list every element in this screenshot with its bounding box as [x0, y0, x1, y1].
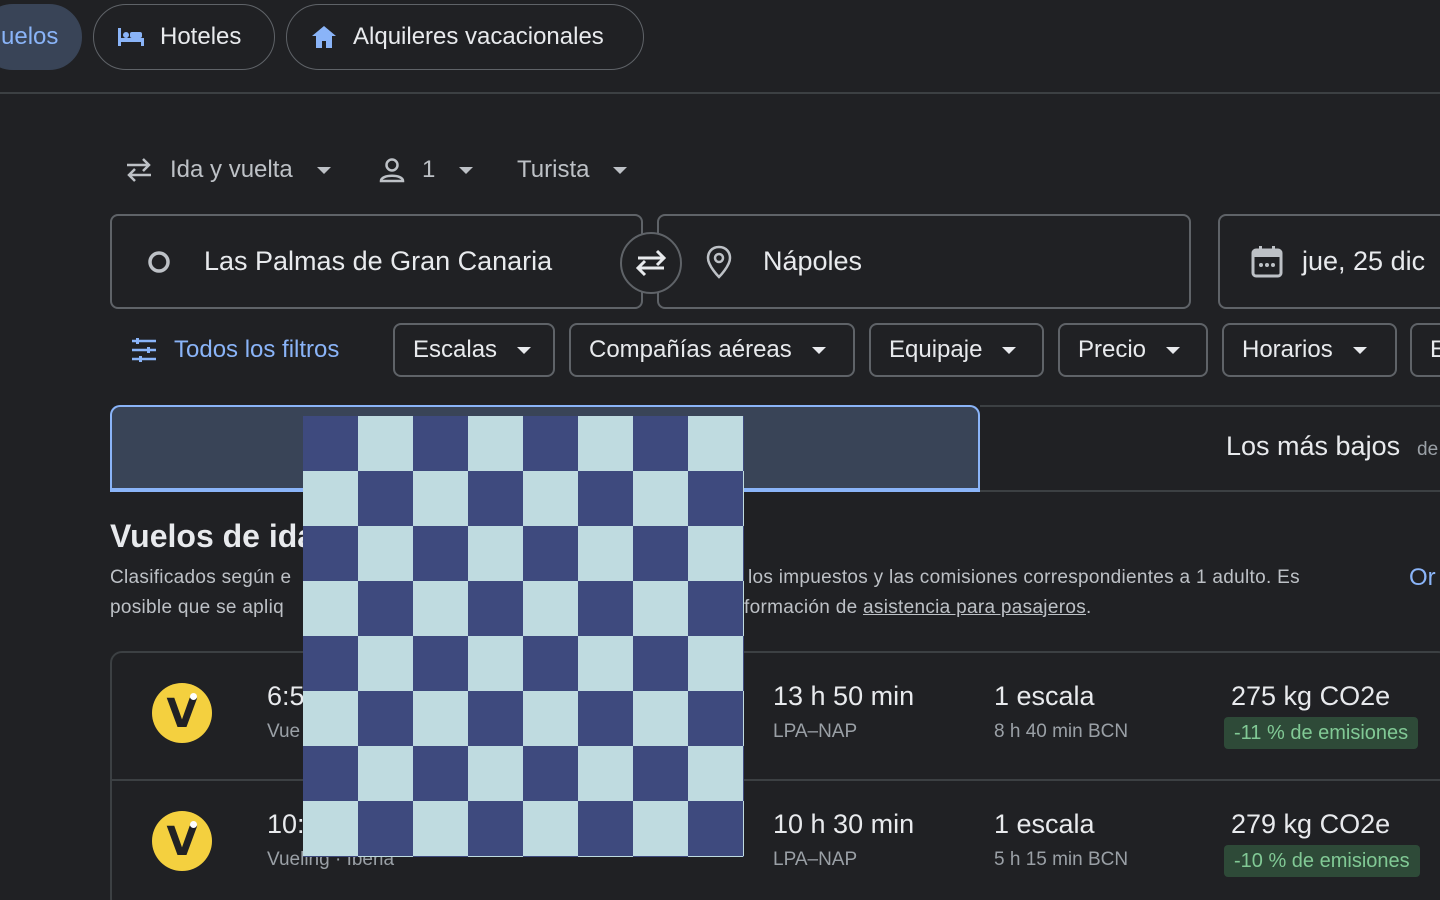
emissions-badge: -11 % de emisiones	[1224, 717, 1419, 749]
filter-stops-label: Escalas	[413, 336, 498, 363]
airline-logo-letter: V	[166, 819, 198, 865]
origin-circle-icon	[146, 249, 172, 275]
flight-route: LPA–NAP	[773, 721, 858, 742]
chevron-down-icon	[811, 346, 826, 354]
all-filters-label: Todos los filtros	[174, 336, 340, 363]
tab-flights-label: uelos	[1, 23, 59, 50]
cabin-class-label: Turista	[517, 156, 590, 183]
flight-stops: 1 escala	[994, 809, 1095, 839]
tab-cheapest-suffix: de	[1417, 439, 1439, 460]
sort-link[interactable]: Or	[1409, 564, 1436, 592]
chevron-down-icon	[1352, 346, 1367, 354]
results-subtitle-2b: formación de asistencia para pasajeros.	[744, 597, 1092, 619]
chevron-down-icon	[459, 166, 474, 174]
person-icon	[378, 157, 406, 183]
airline-logo: V	[152, 811, 212, 871]
all-filters-button[interactable]: Todos los filtros	[130, 323, 339, 377]
chevron-down-icon	[1002, 346, 1017, 354]
flight-co2: 275 kg CO2e	[1231, 681, 1391, 711]
passengers-select[interactable]: 1	[378, 150, 474, 190]
passengers-count: 1	[422, 156, 436, 183]
flight-co2: 279 kg CO2e	[1231, 809, 1391, 839]
filter-airlines[interactable]: Compañías aéreas	[569, 323, 855, 377]
trip-type-label: Ida y vuelta	[170, 156, 293, 183]
header-divider	[0, 92, 1440, 94]
flight-route: LPA–NAP	[773, 849, 858, 870]
flight-duration: 10 h 30 min	[773, 809, 915, 839]
filter-times-label: Horarios	[1242, 336, 1333, 363]
tab-hotels[interactable]: Hoteles	[93, 4, 275, 70]
origin-field[interactable]: Las Palmas de Gran Canaria	[110, 214, 643, 309]
tab-hotels-label: Hoteles	[160, 23, 242, 50]
filter-baggage[interactable]: Equipaje	[869, 323, 1044, 377]
swap-button[interactable]	[620, 232, 682, 294]
flight-layover: 5 h 15 min BCN	[994, 849, 1129, 870]
filter-baggage-label: Equipaje	[889, 336, 983, 363]
swap-arrows-icon	[632, 248, 670, 278]
flight-duration: 13 h 50 min	[773, 681, 915, 711]
chevron-down-icon	[517, 346, 532, 354]
destination-value: Nápoles	[763, 246, 863, 276]
results-subtitle-2a: posible que se apliq	[110, 597, 284, 618]
house-icon	[309, 22, 339, 52]
results-subtitle-end: .	[1086, 597, 1092, 618]
bed-icon	[116, 22, 146, 52]
tab-flights[interactable]: uelos	[0, 4, 82, 70]
filter-times[interactable]: Horarios	[1222, 323, 1397, 377]
results-subtitle-1b: los impuestos y las comisiones correspon…	[748, 567, 1300, 588]
departure-date-value: jue, 25 dic	[1302, 246, 1426, 276]
filter-price[interactable]: Precio	[1058, 323, 1208, 377]
filter-airlines-label: Compañías aéreas	[589, 336, 792, 363]
sliders-icon	[130, 337, 158, 363]
tab-vacation-rentals-label: Alquileres vacacionales	[353, 23, 604, 50]
tab-cheapest[interactable]: Los más bajos de	[980, 405, 1440, 492]
chevron-down-icon	[1166, 346, 1181, 354]
flight-airline: Vue	[267, 721, 301, 742]
departure-date-field[interactable]: jue, 25 dic	[1218, 214, 1440, 309]
results-subtitle-2b-text: formación de	[744, 597, 858, 618]
emissions-badge: -10 % de emisiones	[1224, 845, 1420, 877]
destination-field[interactable]: Nápoles	[657, 214, 1191, 309]
chevron-down-icon	[613, 166, 628, 174]
tab-vacation-rentals[interactable]: Alquileres vacacionales	[286, 4, 644, 70]
filter-price-label: Precio	[1078, 336, 1147, 363]
results-subtitle-1a: Clasificados según e	[110, 567, 292, 588]
passenger-assistance-link[interactable]: asistencia para pasajeros	[863, 597, 1086, 618]
origin-value: Las Palmas de Gran Canaria	[204, 246, 553, 276]
calendar-icon	[1250, 245, 1284, 279]
trip-type-select[interactable]: Ida y vuelta	[124, 150, 331, 190]
tab-cheapest-label: Los más bajos	[1226, 431, 1401, 461]
round-trip-icon	[124, 157, 154, 183]
filter-stops[interactable]: Escalas	[393, 323, 555, 377]
flight-layover: 8 h 40 min BCN	[994, 721, 1129, 742]
location-pin-icon	[705, 245, 733, 279]
filter-more[interactable]: E	[1410, 323, 1440, 377]
flight-time: 10:	[267, 809, 305, 839]
results-heading: Vuelos de ida	[110, 518, 316, 554]
chevron-down-icon	[316, 166, 331, 174]
airline-logo: V	[152, 683, 212, 743]
filter-more-label: E	[1430, 336, 1440, 364]
flight-time: 6:5	[267, 681, 305, 711]
cabin-class-select[interactable]: Turista	[517, 150, 628, 190]
checkerboard-overlay	[303, 416, 744, 857]
flight-stops: 1 escala	[994, 681, 1095, 711]
airline-logo-letter: V	[166, 691, 198, 737]
